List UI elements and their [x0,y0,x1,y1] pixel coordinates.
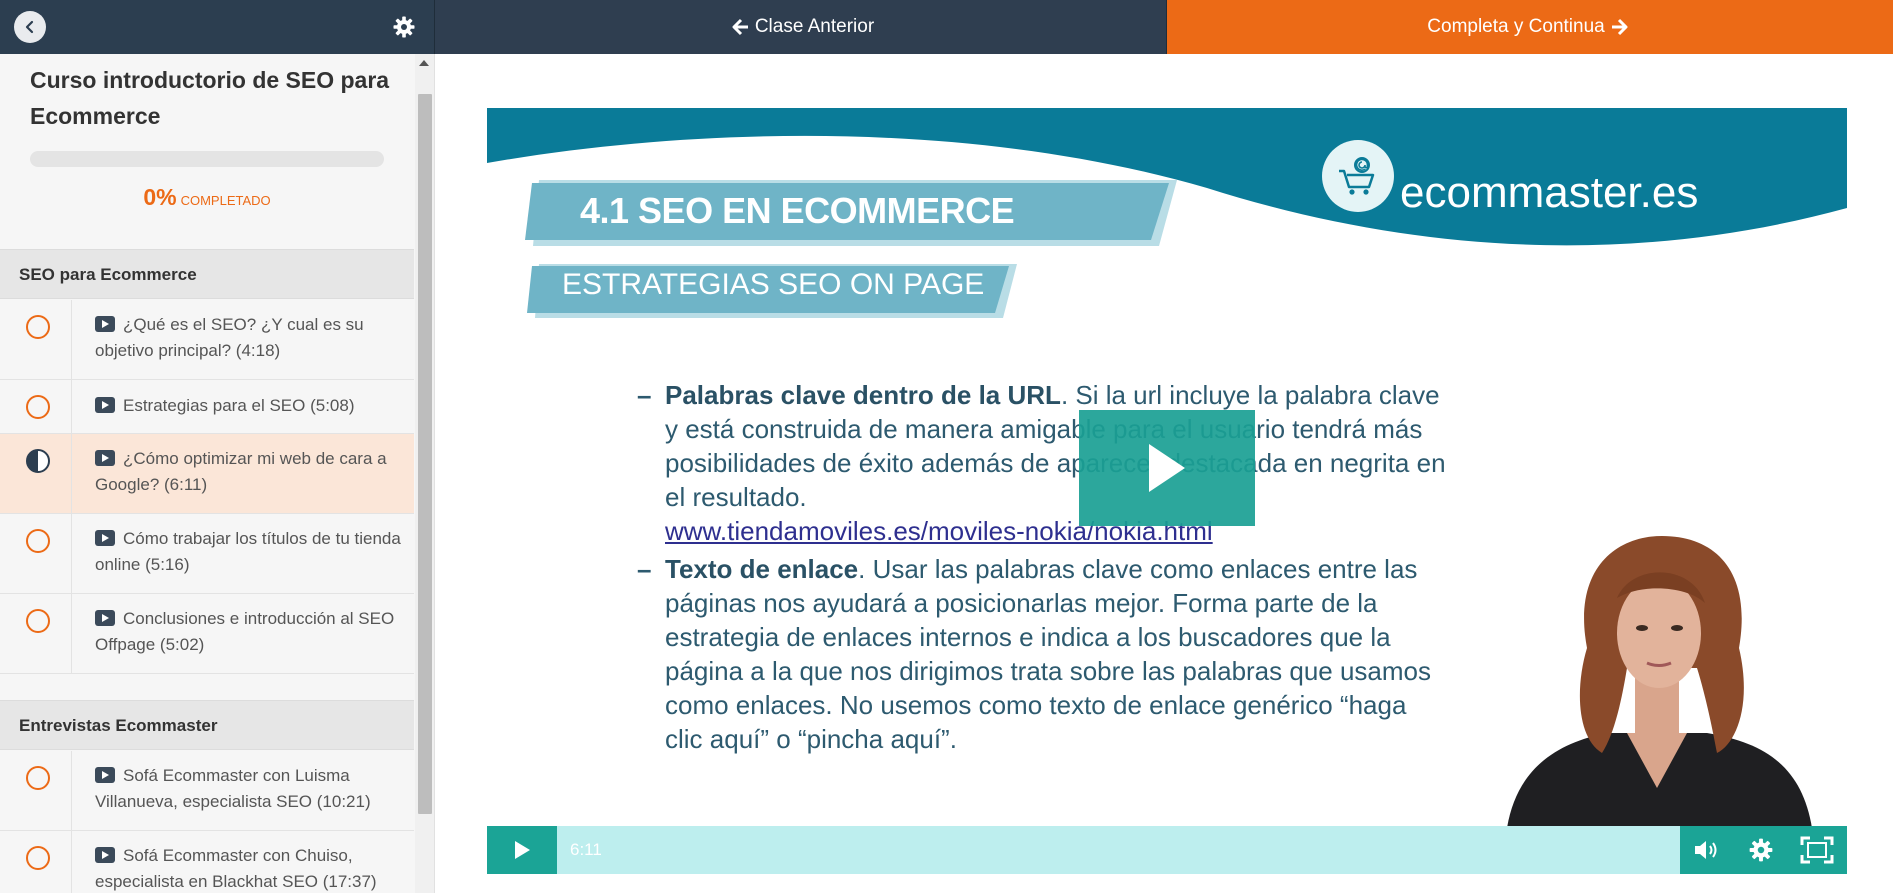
play-icon [1149,444,1185,492]
not-started-circle-icon [26,609,50,633]
video-player[interactable]: 4.1 SEO EN ECOMMERCE ESTRATEGIAS SEO ON … [487,108,1847,874]
fullscreen-icon[interactable] [1800,836,1834,864]
lesson-status [0,434,72,513]
slide-bullet: – Palabras clave dentro de la URL. Si la … [637,378,1447,548]
bullet-heading: Palabras clave dentro de la URL [665,380,1061,410]
lesson-title: ¿Cómo optimizar mi web de cara a Google?… [95,449,387,494]
video-play-icon [95,847,115,863]
not-started-circle-icon [26,395,50,419]
section-header: Entrevistas Ecommaster [0,700,414,750]
top-bar: Clase Anterior Completa y Continua [0,0,1893,54]
chevron-left-icon [25,20,34,34]
complete-and-continue-button[interactable]: Completa y Continua [1167,0,1893,54]
slide-subtitle: ESTRATEGIAS SEO ON PAGE [562,268,985,301]
scrollbar-thumb[interactable] [418,94,432,814]
lesson-title: Estrategias para el SEO (5:08) [123,396,355,415]
video-play-icon [95,767,115,783]
cart-logo [1322,140,1394,212]
volume-icon[interactable] [1693,838,1723,862]
course-progress-bar [30,151,384,167]
brand-name: ecommaster.es [1400,168,1699,217]
video-play-icon [95,450,115,466]
lesson-status [0,594,72,673]
video-play-icon [95,610,115,626]
lesson-title: Conclusiones e introducción al SEO Offpa… [95,609,395,654]
video-play-icon [95,397,115,413]
play-button[interactable] [487,826,557,874]
bullet-dash: – [637,554,652,584]
lesson-item[interactable]: ¿Qué es el SEO? ¿Y cual es su objetivo p… [0,300,414,380]
bullet-heading: Texto de enlace [665,554,859,584]
half-circle-icon [26,449,50,473]
not-started-circle-icon [26,529,50,553]
settings-button[interactable] [390,13,418,41]
bullet-text: . Usar las palabras clave como enlaces e… [665,554,1432,754]
bullet-dash: – [637,380,652,410]
course-sidebar: Curso introductorio de SEO para Ecommerc… [0,54,435,893]
section-header: SEO para Ecommerce [0,249,414,299]
complete-and-continue-label: Completa y Continua [1427,16,1605,37]
course-player: Clase Anterior Completa y Continua Curso… [0,0,1893,893]
slide-title: 4.1 SEO EN ECOMMERCE [580,190,1015,231]
lesson-status [0,514,72,593]
video-play-icon [95,316,115,332]
player-controls-right [1680,826,1847,874]
not-started-circle-icon [26,766,50,790]
video-duration: 6:11 [570,840,602,859]
lesson-item[interactable]: Sofá Ecommaster con Chuiso, especialista… [0,831,414,893]
previous-lesson-button[interactable]: Clase Anterior [435,0,1167,54]
lesson-item-current[interactable]: ¿Cómo optimizar mi web de cara a Google?… [0,434,414,514]
shopping-cart-icon [1339,157,1375,195]
settings-gear-icon[interactable] [1748,837,1774,863]
play-icon [515,841,530,859]
progress-percent: 0% [143,184,177,210]
presenter-image [1507,536,1812,828]
progress-label: COMPLETADO [180,193,271,208]
previous-lesson-label: Clase Anterior [754,16,875,37]
lesson-status [0,300,72,379]
slide-bullet: – Texto de enlace. Usar las palabras clav… [637,552,1447,756]
sidebar-header [0,0,435,54]
lesson-item[interactable]: Sofá Ecommaster con Luisma Villanueva, e… [0,751,414,831]
back-button[interactable] [14,11,46,43]
slide-body: – Palabras clave dentro de la URL. Si la … [637,378,1447,756]
not-started-circle-icon [26,315,50,339]
arrow-left-icon [732,18,748,36]
video-controls: 6:11 [487,826,1847,874]
big-play-button[interactable] [1079,410,1255,526]
lesson-status [0,831,72,893]
lesson-item[interactable]: Cómo trabajar los títulos de tu tienda o… [0,514,414,594]
arrow-right-icon [1611,18,1628,36]
lesson-item[interactable]: Conclusiones e introducción al SEO Offpa… [0,594,414,674]
video-play-icon [95,530,115,546]
lesson-title: Sofá Ecommaster con Luisma Villanueva, e… [95,766,371,811]
course-title: Curso introductorio de SEO para Ecommerc… [30,67,390,129]
lesson-status [0,380,72,433]
not-started-circle-icon [26,846,50,870]
sidebar-scrollbar[interactable] [415,54,434,893]
scroll-up-arrow-icon[interactable] [419,60,429,66]
lesson-title: ¿Qué es el SEO? ¿Y cual es su objetivo p… [95,315,364,360]
progress-text: 0% COMPLETADO [0,184,414,211]
lesson-title: Sofá Ecommaster con Chuiso, especialista… [95,846,377,891]
lesson-status [0,751,72,830]
lesson-item[interactable]: Estrategias para el SEO (5:08) [0,380,414,434]
lesson-title: Cómo trabajar los títulos de tu tienda o… [95,529,401,574]
gear-icon [393,16,415,38]
